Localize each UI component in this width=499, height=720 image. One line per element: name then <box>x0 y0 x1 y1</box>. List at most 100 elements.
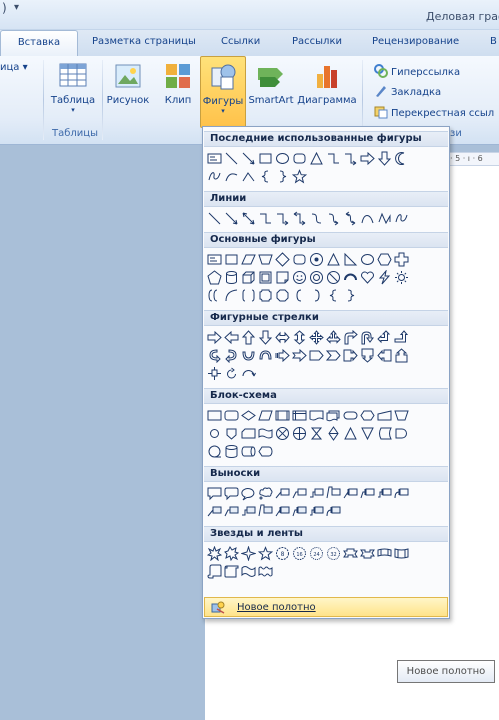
line-callout-accent-1-shape-icon[interactable] <box>343 486 358 501</box>
oval-shape-icon[interactable] <box>275 151 290 166</box>
down-ribbon-shape-icon[interactable] <box>360 546 375 561</box>
curve-shape-icon[interactable] <box>360 211 375 226</box>
line-callout-accent-3-shape-icon[interactable] <box>377 486 392 501</box>
left-arrow-callout-shape-icon[interactable] <box>377 348 392 363</box>
hexagon-shape-icon[interactable] <box>377 252 392 267</box>
right-arrow-shape-icon[interactable] <box>360 151 375 166</box>
freeform-shape-icon[interactable] <box>377 211 392 226</box>
cube-shape-icon[interactable] <box>241 270 256 285</box>
right-triangle-shape-icon[interactable] <box>343 252 358 267</box>
bevel-shape-icon[interactable] <box>258 270 273 285</box>
oval-shape-icon[interactable] <box>360 252 375 267</box>
left-up-arrow-shape-icon[interactable] <box>377 330 392 345</box>
up-down-arrow-shape-icon[interactable] <box>292 330 307 345</box>
folded-corner-shape-icon[interactable] <box>275 270 290 285</box>
flowchart-magnetic-disk-shape-icon[interactable] <box>224 444 239 459</box>
curved-down-ribbon-shape-icon[interactable] <box>394 546 409 561</box>
line-callout-accent-2-shape-icon[interactable] <box>360 486 375 501</box>
chart-button[interactable]: Диаграмма <box>297 60 357 122</box>
elbow-connector-shape-icon[interactable] <box>326 151 341 166</box>
left-right-arrow-shape-icon[interactable] <box>275 330 290 345</box>
textbox-shape-icon[interactable] <box>207 151 222 166</box>
right-brace-shape-icon[interactable] <box>275 169 290 184</box>
elbow-arrow-connector-shape-icon[interactable] <box>343 151 358 166</box>
flowchart-multidocument-shape-icon[interactable] <box>326 408 341 423</box>
left-brace-shape-icon[interactable] <box>258 169 273 184</box>
up-arrow-shape-icon[interactable] <box>241 330 256 345</box>
cloud-callout-shape-icon[interactable] <box>258 486 273 501</box>
elbow-arrow-connector-shape-icon[interactable] <box>275 211 290 226</box>
moon-shape-icon[interactable] <box>394 151 409 166</box>
double-brace-shape-icon[interactable] <box>241 288 256 303</box>
flowchart-direct-access-storage-shape-icon[interactable] <box>241 444 256 459</box>
16-point-star-shape-icon[interactable]: 16 <box>292 546 307 561</box>
smiley-face-shape-icon[interactable] <box>292 270 307 285</box>
scribble-shape-icon[interactable] <box>394 211 409 226</box>
circular-arrow-shape-icon[interactable] <box>224 366 239 381</box>
tab-page-layout[interactable]: Разметка страницы <box>92 36 196 47</box>
flowchart-data-shape-icon[interactable] <box>258 408 273 423</box>
8-point-star-shape-icon[interactable]: 8 <box>275 546 290 561</box>
line-callout-1-shape-icon[interactable] <box>275 486 290 501</box>
line-callout-accent-4-shape-icon[interactable] <box>394 486 409 501</box>
parallelogram-shape-icon[interactable] <box>241 252 256 267</box>
no-symbol-shape-icon[interactable] <box>326 270 341 285</box>
elbow-connector-shape-icon[interactable] <box>258 211 273 226</box>
diamond-shape-icon[interactable] <box>275 252 290 267</box>
sun-shape-icon[interactable] <box>394 270 409 285</box>
tab-view[interactable]: В <box>490 36 497 47</box>
curved-right-arrow-shape-icon[interactable] <box>207 348 222 363</box>
right-arrow-callout-shape-icon[interactable] <box>343 348 358 363</box>
cross-reference-button[interactable]: Перекрестная ссыл <box>374 105 494 119</box>
block-arc-shape-icon[interactable] <box>343 270 358 285</box>
line-callout-3-shape-icon[interactable] <box>309 486 324 501</box>
line-callout-2-shape-icon[interactable] <box>292 486 307 501</box>
double-bracket-shape-icon[interactable] <box>207 288 222 303</box>
flowchart-punched-tape-shape-icon[interactable] <box>258 426 273 441</box>
quad-arrow-shape-icon[interactable] <box>309 330 324 345</box>
flowchart-terminator-shape-icon[interactable] <box>343 408 358 423</box>
flowchart-connector-shape-icon[interactable] <box>207 426 222 441</box>
line-callout-border-2-shape-icon[interactable] <box>224 504 239 519</box>
4-point-star-shape-icon[interactable] <box>241 546 256 561</box>
up-arrow-callout-shape-icon[interactable] <box>394 348 409 363</box>
curved-circular-arrow-shape-icon[interactable] <box>241 366 256 381</box>
smartart-button[interactable]: SmartArt <box>248 60 294 122</box>
down-arrow-shape-icon[interactable] <box>258 330 273 345</box>
line-callout-border-3-shape-icon[interactable] <box>241 504 256 519</box>
elbow-double-arrow-connector-shape-icon[interactable] <box>292 211 307 226</box>
lightning-bolt-shape-icon[interactable] <box>377 270 392 285</box>
flowchart-display-shape-icon[interactable] <box>258 444 273 459</box>
curved-down-arrow-shape-icon[interactable] <box>258 348 273 363</box>
can-shape-icon[interactable] <box>224 270 239 285</box>
flowchart-delay-shape-icon[interactable] <box>394 426 409 441</box>
new-drawing-canvas-button[interactable]: Новое полотно <box>204 597 448 617</box>
u-turn-arrow-shape-icon[interactable] <box>360 330 375 345</box>
rounded-rectangle-shape-icon[interactable] <box>292 252 307 267</box>
horizontal-scroll-shape-icon[interactable] <box>224 564 239 579</box>
flowchart-collate-shape-icon[interactable] <box>309 426 324 441</box>
curved-up-ribbon-shape-icon[interactable] <box>377 546 392 561</box>
curved-connector-shape-icon[interactable] <box>309 211 324 226</box>
pentagon-arrow-shape-icon[interactable] <box>309 348 324 363</box>
textbox-shape-icon[interactable] <box>207 252 222 267</box>
vertical-scroll-shape-icon[interactable] <box>207 564 222 579</box>
quick-access-dropdown-icon[interactable]: ▾ <box>14 2 19 13</box>
double-wave-shape-icon[interactable] <box>258 564 273 579</box>
flowchart-decision-shape-icon[interactable] <box>241 408 256 423</box>
octagon-shape-icon[interactable] <box>309 252 324 267</box>
flowchart-merge-shape-icon[interactable] <box>360 426 375 441</box>
octagon-frame-shape-icon[interactable] <box>275 288 290 303</box>
hyperlink-button[interactable]: Гиперссылка <box>374 64 460 78</box>
left-right-up-arrow-shape-icon[interactable] <box>326 330 341 345</box>
cross-shape-icon[interactable] <box>394 252 409 267</box>
right-brace-shape-icon[interactable] <box>343 288 358 303</box>
oval-callout-shape-icon[interactable] <box>241 486 256 501</box>
arrow-line-shape-icon[interactable] <box>224 211 239 226</box>
right-bracket-shape-icon[interactable] <box>309 288 324 303</box>
5-point-star-shape-icon[interactable] <box>258 546 273 561</box>
rectangular-callout-shape-icon[interactable] <box>207 486 222 501</box>
tab-references[interactable]: Ссылки <box>221 36 260 47</box>
tab-review[interactable]: Рецензирование <box>372 36 459 47</box>
flowchart-extract-shape-icon[interactable] <box>343 426 358 441</box>
